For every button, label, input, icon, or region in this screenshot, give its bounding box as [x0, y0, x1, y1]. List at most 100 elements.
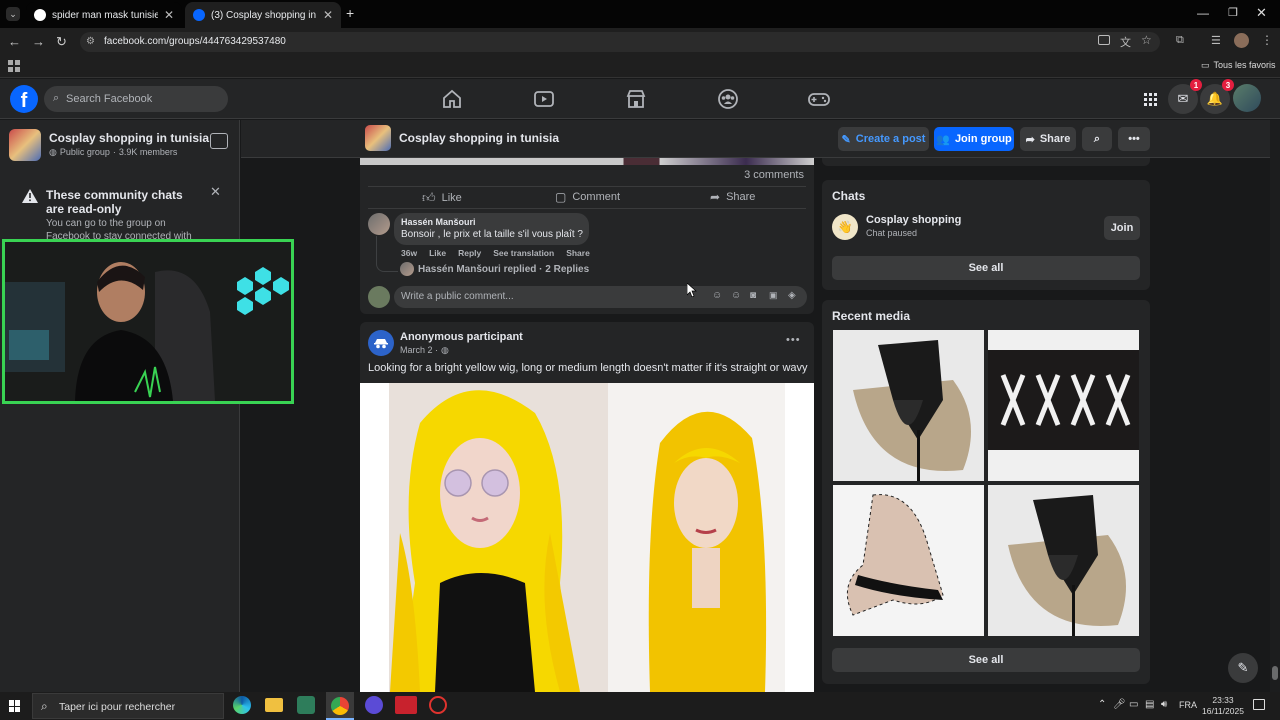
tab-google[interactable]: spider man mask tunisie prix - Recherche… — [26, 2, 182, 28]
back-icon[interactable]: ← — [8, 34, 21, 49]
create-post-button[interactable]: ✎ Create a post — [838, 127, 929, 151]
more-icon: ••• — [1128, 133, 1140, 145]
reload-icon[interactable]: ↻ — [56, 34, 67, 50]
volume-icon[interactable]: 🔊︎ — [1161, 699, 1167, 710]
post-image-yellow-wigs[interactable] — [360, 383, 814, 692]
view-replies[interactable]: Hassén Manšouri replied · 2 Replies — [400, 262, 589, 276]
close-tab-icon[interactable]: ✕ — [164, 8, 174, 22]
microphone-icon[interactable]: 🎤︎ — [1113, 699, 1126, 710]
windows-start-icon[interactable] — [9, 700, 21, 712]
commenter-avatar[interactable] — [368, 213, 390, 235]
search-icon: ⌕ — [41, 699, 48, 713]
group-more-button[interactable]: ••• — [1118, 127, 1150, 151]
group-avatar[interactable] — [9, 129, 41, 161]
share-group-button[interactable]: ➦ Share — [1020, 127, 1076, 151]
chat-join-button[interactable]: Join — [1104, 216, 1140, 240]
sidebar-group-name[interactable]: Cosplay shopping in tunisia — [49, 131, 209, 145]
sticker-icon[interactable]: ◈ — [788, 290, 796, 301]
notifications-button[interactable]: 🔔 3 — [1200, 79, 1234, 114]
language-indicator[interactable]: FRA — [1179, 700, 1197, 710]
translate-icon[interactable]: 文 — [1120, 34, 1131, 50]
install-icon[interactable] — [1098, 35, 1110, 45]
bookmark-star-icon[interactable]: ☆ — [1141, 33, 1152, 47]
menu-grid-icon[interactable] — [1135, 84, 1165, 114]
chat-avatar[interactable]: 👋 — [832, 214, 858, 240]
browser-menu-icon[interactable]: ⋮ — [1261, 33, 1273, 47]
notification-center-icon[interactable] — [1253, 699, 1265, 710]
comment-like-link[interactable]: Like — [429, 248, 446, 258]
restore-icon[interactable]: ❐ — [1228, 6, 1238, 19]
tray-overflow-icon[interactable]: ⌃ — [1098, 699, 1106, 710]
tab-search-icon[interactable]: ⌄ — [6, 7, 20, 21]
extensions-icon[interactable]: ⧉ — [1176, 34, 1184, 47]
marketplace-icon[interactable] — [624, 87, 648, 111]
recorder-icon[interactable] — [429, 696, 447, 714]
store-icon[interactable] — [297, 696, 315, 714]
join-group-button[interactable]: 👥 Join group — [934, 127, 1014, 151]
site-info-icon[interactable]: ⚙ — [86, 36, 95, 47]
apps-grid-icon[interactable] — [8, 60, 20, 72]
taskbar-search-input[interactable]: ⌕ Taper ici pour rechercher — [32, 693, 224, 719]
comment-button[interactable]: ▢ Comment — [555, 190, 620, 204]
emoji-icon[interactable]: ☺ — [731, 290, 741, 301]
address-field[interactable]: ⚙ facebook.com/groups/444763429537480 — [80, 32, 1160, 52]
groups-icon[interactable] — [716, 87, 740, 111]
onedrive-icon[interactable]: ▭ — [1129, 699, 1138, 710]
network-icon[interactable]: ▤ — [1145, 699, 1154, 710]
close-tab-icon[interactable]: ✕ — [323, 8, 333, 22]
like-button[interactable]: 👍︎ Like — [422, 190, 462, 206]
gif-icon[interactable]: ▣ — [769, 290, 778, 301]
gaming-icon[interactable] — [807, 87, 831, 111]
profile-avatar[interactable] — [1234, 33, 1249, 48]
comments-count[interactable]: 3 comments — [744, 169, 804, 181]
media-thumb-4[interactable] — [988, 485, 1139, 636]
close-window-icon[interactable]: ✕ — [1256, 5, 1267, 21]
post-options-icon[interactable]: ••• — [786, 334, 801, 346]
media-thumb-1[interactable] — [833, 330, 984, 481]
facebook-header: f ⌕ Search Facebook ✉ 1 🔔 3 — [0, 79, 1280, 119]
new-message-button[interactable]: ✎ — [1228, 653, 1258, 683]
comment-author[interactable]: Hassén Manšouri — [401, 217, 476, 227]
account-avatar[interactable] — [1233, 84, 1261, 112]
post-author[interactable]: Anonymous participant — [400, 331, 523, 343]
group-header-title[interactable]: Cosplay shopping in tunisia — [399, 131, 559, 145]
file-explorer-icon[interactable] — [265, 698, 283, 712]
chats-see-all-button[interactable]: See all — [832, 256, 1140, 280]
video-icon[interactable] — [532, 87, 556, 111]
media-controls-icon[interactable]: ☰ — [1211, 34, 1221, 47]
all-bookmarks[interactable]: ▭ Tous les favoris — [1201, 60, 1276, 71]
tab-facebook[interactable]: (3) Cosplay shopping in tunisia ✕ — [185, 2, 341, 28]
share-button[interactable]: ➦ Share — [710, 190, 755, 204]
post-date[interactable]: March 2 · ◍ — [400, 345, 449, 356]
messenger-button[interactable]: ✉ 1 — [1168, 79, 1202, 114]
write-comment-input[interactable]: Write a public comment... ☺ ☺ ◙ ▣ ◈ — [394, 286, 807, 308]
chat-name[interactable]: Cosplay shopping — [866, 214, 961, 226]
comment-reply-link[interactable]: Reply — [458, 248, 481, 258]
facebook-search-input[interactable]: ⌕ Search Facebook — [44, 86, 228, 112]
edge-icon[interactable] — [233, 696, 251, 714]
page-scrollbar[interactable] — [1270, 120, 1280, 692]
new-tab-icon[interactable]: + — [346, 5, 354, 21]
chrome-taskbar-button[interactable] — [326, 692, 354, 720]
taskbar-clock[interactable]: 23:33 16/11/2025 — [1200, 695, 1246, 717]
obs-icon[interactable] — [365, 696, 383, 714]
forward-icon[interactable]: → — [32, 34, 45, 49]
media-see-all-button[interactable]: See all — [832, 648, 1140, 672]
close-notice-icon[interactable]: ✕ — [210, 184, 221, 200]
comment-share-link[interactable]: Share — [566, 248, 590, 258]
folder-icon: ▭ — [1201, 60, 1210, 70]
media-thumb-3[interactable] — [833, 485, 984, 636]
group-header-avatar[interactable] — [365, 125, 391, 151]
home-icon[interactable] — [440, 87, 464, 111]
camera-icon[interactable]: ◙ — [750, 290, 756, 301]
avatar-sticker-icon[interactable]: ☺ — [712, 290, 722, 301]
group-search-button[interactable]: ⌕ — [1082, 127, 1112, 151]
streamer-app-icon[interactable] — [395, 696, 417, 714]
minimize-icon[interactable]: — — [1197, 6, 1209, 20]
see-translation-link[interactable]: See translation — [493, 248, 554, 258]
windows-taskbar: ⌕ Taper ici pour rechercher ⌃ 🎤︎ ▭ ▤ 🔊︎ … — [0, 692, 1280, 720]
media-thumb-2[interactable] — [988, 330, 1139, 481]
scrollbar-thumb[interactable] — [1272, 666, 1278, 680]
facebook-logo[interactable]: f — [10, 85, 38, 113]
collapse-sidebar-icon[interactable] — [210, 133, 228, 149]
